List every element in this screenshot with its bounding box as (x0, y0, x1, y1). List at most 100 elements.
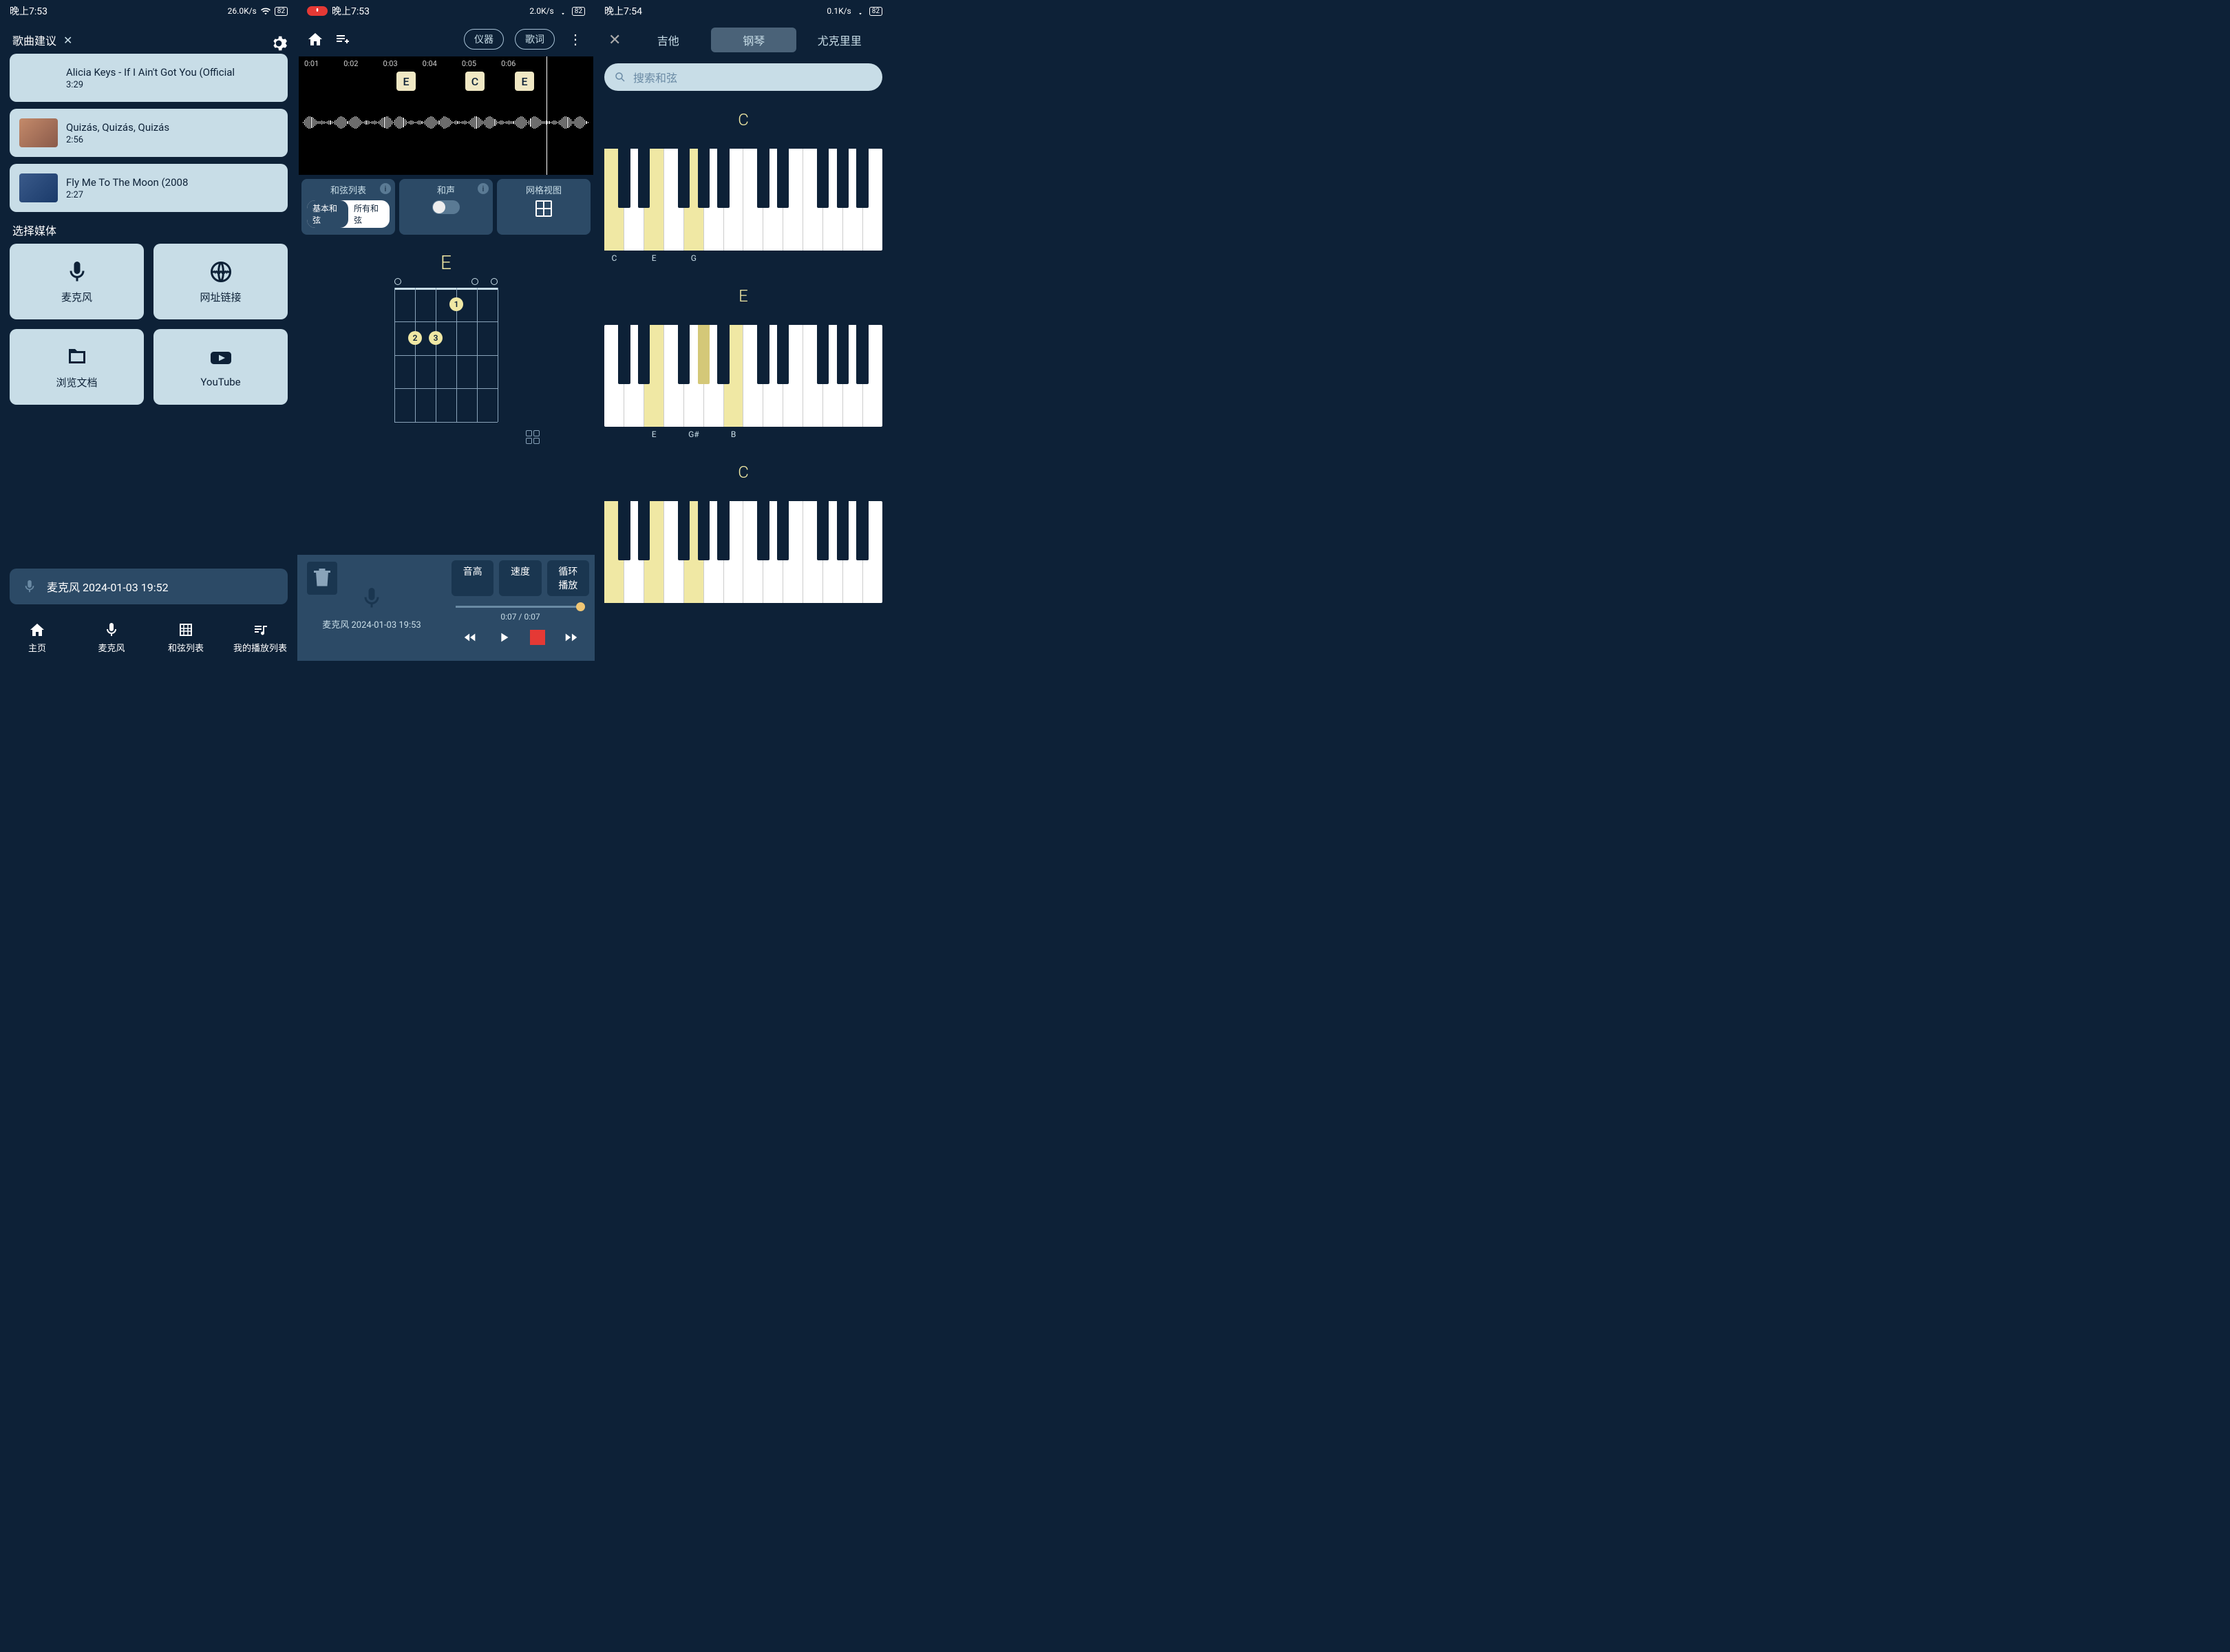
microphone-button[interactable]: 麦克风 (10, 244, 144, 319)
youtube-button[interactable]: YouTube (153, 329, 288, 405)
url-button[interactable]: WWW 网址链接 (153, 244, 288, 319)
trash-icon[interactable] (307, 562, 337, 595)
piano-white-key[interactable] (803, 149, 823, 251)
piano-white-key[interactable] (863, 501, 882, 603)
recent-recording-bar[interactable]: 麦克风 2024-01-03 19:52 (10, 569, 288, 604)
song-item[interactable]: Alicia Keys - If I Ain't Got You (Offici… (10, 54, 288, 102)
home-panel: 晚上7:53 26.0K/s 82 歌曲建议 ✕ Alicia Keys - I… (0, 0, 297, 661)
player-source: 麦克风 2024-01-03 19:53 (297, 555, 446, 661)
piano-white-key[interactable] (743, 325, 763, 427)
piano-white-key[interactable] (724, 325, 744, 427)
home-icon[interactable] (307, 31, 323, 47)
piano-white-key[interactable] (664, 325, 684, 427)
player-options: 音高 速度 循环播放 (446, 555, 595, 602)
piano-white-key[interactable] (763, 501, 783, 603)
nav-microphone[interactable]: 麦克风 (74, 614, 149, 661)
piano-white-key[interactable] (604, 325, 624, 427)
piano-white-key[interactable] (823, 149, 843, 251)
browse-files-button[interactable]: 浏览文档 (10, 329, 144, 405)
fast-forward-icon[interactable] (564, 630, 579, 645)
info-icon[interactable]: i (478, 183, 489, 194)
piano-white-key[interactable] (843, 149, 863, 251)
piano-white-key[interactable] (823, 325, 843, 427)
note-label: E (644, 430, 664, 439)
chord-filter-toggle[interactable]: 基本和弦 所有和弦 (307, 200, 390, 228)
piano-white-key[interactable] (684, 149, 704, 251)
piano-white-key[interactable] (644, 149, 664, 251)
piano-white-key[interactable] (783, 149, 803, 251)
piano-white-key[interactable] (783, 325, 803, 427)
piano-white-key[interactable] (843, 501, 863, 603)
piano-white-key[interactable] (743, 501, 763, 603)
tab-guitar[interactable]: 吉他 (625, 28, 711, 52)
settings-icon[interactable] (270, 34, 288, 52)
piano-white-key[interactable] (803, 325, 823, 427)
rewind-icon[interactable] (463, 630, 478, 645)
piano-white-key[interactable] (684, 501, 704, 603)
speed-button[interactable]: 速度 (499, 560, 541, 596)
close-icon[interactable]: ✕ (604, 32, 625, 49)
nav-chord-list[interactable]: 和弦列表 (149, 614, 223, 661)
piano-white-key[interactable] (704, 325, 724, 427)
piano-white-key[interactable] (863, 325, 882, 427)
lyrics-tab[interactable]: 歌词 (515, 29, 555, 50)
piano-white-key[interactable] (624, 325, 644, 427)
piano-white-key[interactable] (644, 501, 664, 603)
playhead[interactable] (546, 56, 547, 175)
piano-white-key[interactable] (803, 501, 823, 603)
piano-white-key[interactable] (704, 501, 724, 603)
more-menu-icon[interactable]: ⋮ (566, 32, 585, 46)
piano-white-key[interactable] (664, 149, 684, 251)
piano-white-key[interactable] (644, 325, 664, 427)
media-source-grid: 麦克风 WWW 网址链接 浏览文档 YouTube (0, 244, 297, 405)
song-item[interactable]: Fly Me To The Moon (2008 2:27 (10, 164, 288, 212)
close-suggestions-icon[interactable]: ✕ (63, 34, 72, 47)
wifi-icon (856, 6, 865, 16)
piano-white-key[interactable] (763, 325, 783, 427)
piano-white-key[interactable] (664, 501, 684, 603)
playlist-add-icon[interactable] (334, 31, 351, 47)
loop-button[interactable]: 循环播放 (547, 560, 589, 596)
recent-recording-label: 麦克风 2024-01-03 19:52 (47, 578, 169, 595)
song-thumbnail (19, 118, 58, 147)
pitch-button[interactable]: 音高 (452, 560, 493, 596)
play-icon[interactable] (496, 630, 511, 645)
piano-white-key[interactable] (783, 501, 803, 603)
chord-name: E (595, 279, 892, 325)
piano-white-key[interactable] (684, 325, 704, 427)
tab-piano[interactable]: 钢琴 (711, 28, 797, 52)
open-string-icon (491, 278, 498, 285)
piano-white-key[interactable] (624, 149, 644, 251)
piano-white-key[interactable] (724, 149, 744, 251)
nav-playlist[interactable]: 我的播放列表 (223, 614, 297, 661)
piano-white-key[interactable] (743, 149, 763, 251)
piano-white-key[interactable] (704, 149, 724, 251)
nav-home[interactable]: 主页 (0, 614, 74, 661)
instrument-tab[interactable]: 仪器 (464, 29, 504, 50)
piano-white-key[interactable] (763, 149, 783, 251)
piano-white-key[interactable] (823, 501, 843, 603)
chord-section: EEG#B (595, 273, 892, 449)
piano-white-key[interactable] (624, 501, 644, 603)
timeline-chord-badge[interactable]: E (515, 72, 534, 91)
timeline-chord-badge[interactable]: E (396, 72, 416, 91)
status-bar: 晚上7:54 0.1K/s 82 (595, 0, 892, 22)
timeline-chord-badge[interactable]: C (465, 72, 485, 91)
song-item[interactable]: Quizás, Quizás, Quizás 2:56 (10, 109, 288, 157)
seek-slider[interactable] (456, 606, 585, 608)
tab-ukulele[interactable]: 尤克里里 (796, 28, 882, 52)
piano-white-key[interactable] (843, 325, 863, 427)
chord-variations-icon[interactable] (526, 430, 540, 444)
search-chord-input[interactable]: 搜索和弦 (604, 63, 882, 91)
waveform-timeline[interactable]: 0:010:020:030:040:050:06 ECE (299, 56, 593, 175)
stop-button[interactable] (530, 630, 545, 645)
piano-white-key[interactable] (604, 501, 624, 603)
piano-white-key[interactable] (863, 149, 882, 251)
grid-icon[interactable] (535, 200, 552, 217)
chord-library-panel: 晚上7:54 0.1K/s 82 ✕ 吉他 钢琴 尤克里里 搜索和弦 CCEGE… (595, 0, 892, 661)
info-icon[interactable]: i (380, 183, 391, 194)
piano-white-key[interactable] (724, 501, 744, 603)
piano-white-key[interactable] (604, 149, 624, 251)
harmony-toggle[interactable] (432, 200, 460, 214)
youtube-icon (209, 346, 233, 370)
